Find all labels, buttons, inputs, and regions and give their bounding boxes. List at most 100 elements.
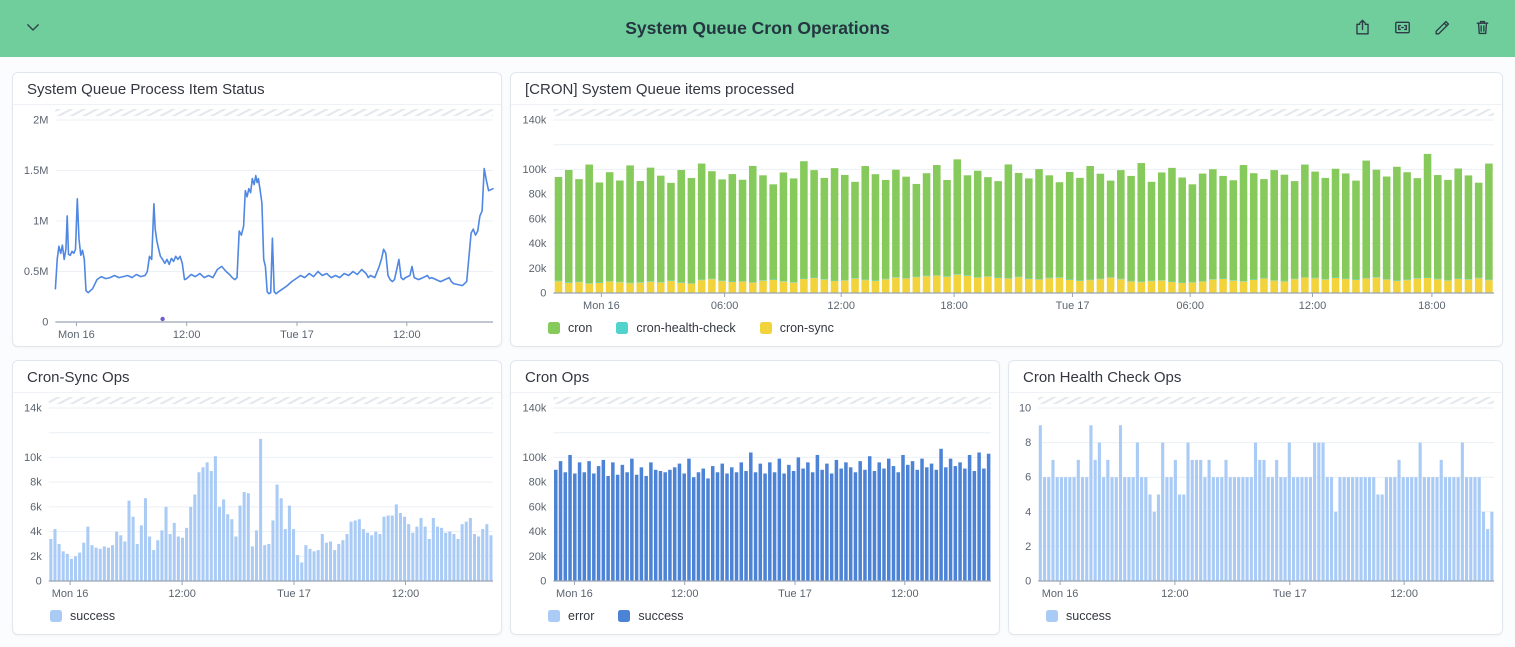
svg-text:100k: 100k [523, 164, 547, 176]
legend-swatch [616, 322, 628, 334]
svg-text:8k: 8k [30, 477, 42, 489]
panel-title: Cron Health Check Ops [1009, 361, 1502, 393]
dashboard-title: System Queue Cron Operations [0, 18, 1515, 39]
chart-legend: success [1009, 605, 1502, 634]
dashboard-row-1: System Queue Process Item Status 2M 1.5M 1… [12, 72, 1503, 347]
legend-item-success[interactable]: success [1046, 609, 1111, 623]
bar-chart-canvas[interactable]: 1086420Mon 1612:00Tue 1712:00 [1009, 393, 1502, 605]
svg-text:0: 0 [42, 317, 48, 329]
svg-text:Tue 17: Tue 17 [778, 588, 812, 600]
line-chart-canvas[interactable]: 2M1.5M1M0.5M0Mon 1612:00Tue 1712:00 [13, 105, 501, 346]
legend-label: cron-sync [780, 321, 834, 335]
stacked-bar-chart-canvas[interactable]: 140k100k80k60k40k20k0Mon 1612:00Tue 1712… [511, 393, 999, 605]
svg-text:Mon 16: Mon 16 [58, 329, 95, 341]
svg-text:12:00: 12:00 [1390, 588, 1418, 600]
legend-item-success[interactable]: success [50, 609, 115, 623]
share-icon [1353, 18, 1372, 40]
svg-text:1.5M: 1.5M [24, 165, 48, 177]
svg-text:2: 2 [1025, 541, 1031, 553]
svg-text:0: 0 [36, 576, 42, 588]
svg-text:140k: 140k [523, 403, 547, 415]
legend-item-error[interactable]: error [548, 609, 594, 623]
chart-svg: 2M1.5M1M0.5M0Mon 1612:00Tue 1712:00 [13, 105, 501, 346]
chart-svg: 1086420Mon 1612:00Tue 1712:00 [1009, 393, 1502, 605]
dashboard-grid: System Queue Process Item Status 2M 1.5M 1… [0, 57, 1515, 647]
legend-label: error [568, 609, 594, 623]
panel-cron-sync-ops: Cron-Sync Ops 14k10k8k6k4k2k0Mon 1612:00… [12, 360, 502, 635]
svg-text:2k: 2k [30, 551, 42, 563]
legend-item-cron-sync[interactable]: cron-sync [760, 321, 834, 335]
svg-text:8: 8 [1025, 437, 1031, 449]
legend-label: success [70, 609, 115, 623]
chevron-down-icon [24, 18, 42, 39]
edit-icon [1433, 18, 1452, 40]
svg-text:2M: 2M [33, 115, 48, 127]
svg-text:12:00: 12:00 [173, 329, 201, 341]
svg-text:0.5M: 0.5M [24, 266, 48, 278]
legend-item-cron[interactable]: cron [548, 321, 592, 335]
collapse-button[interactable] [18, 14, 48, 44]
panel-cron-system-queue-items-processed: [CRON] System Queue items processed 140k… [510, 72, 1503, 347]
legend-label: success [1066, 609, 1111, 623]
svg-text:6k: 6k [30, 501, 42, 513]
panel-cron-health-check-ops: Cron Health Check Ops 1086420Mon 1612:00… [1008, 360, 1503, 635]
svg-text:06:00: 06:00 [711, 300, 739, 312]
svg-text:0: 0 [540, 576, 546, 588]
svg-text:140k: 140k [523, 115, 547, 127]
panel-title: [CRON] System Queue items processed [511, 73, 1502, 105]
svg-text:0: 0 [540, 288, 546, 300]
legend-swatch [1046, 610, 1058, 622]
svg-text:80k: 80k [529, 189, 547, 201]
svg-text:40k: 40k [529, 238, 547, 250]
legend-label: cron [568, 321, 592, 335]
chart-svg: 14k10k8k6k4k2k0Mon 1612:00Tue 1712:00 [13, 393, 501, 605]
legend-swatch [618, 610, 630, 622]
svg-text:80k: 80k [529, 477, 547, 489]
svg-text:Tue 17: Tue 17 [277, 588, 311, 600]
panel-title: Cron Ops [511, 361, 999, 393]
legend-label: cron-health-check [636, 321, 735, 335]
svg-text:10k: 10k [24, 452, 42, 464]
panel-cron-ops: Cron Ops 140k100k80k60k40k20k0Mon 1612:0… [510, 360, 1000, 635]
chart-legend: cron cron-health-check cron-sync [511, 317, 1502, 346]
dashboard-row-2: Cron-Sync Ops 14k 10k 8k 6k 4k 2k 0 Mon 16 12:00… [12, 360, 1503, 635]
svg-text:40k: 40k [529, 526, 547, 538]
svg-text:10: 10 [1019, 403, 1031, 415]
legend-swatch [50, 610, 62, 622]
chart-svg: 140k100k80k60k40k20k0Mon 1606:0012:0018:… [511, 105, 1502, 317]
svg-text:20k: 20k [529, 263, 547, 275]
panel-system-queue-process-item-status: System Queue Process Item Status 2M 1.5M 1… [12, 72, 502, 347]
svg-text:12:00: 12:00 [393, 329, 421, 341]
svg-text:4: 4 [1025, 506, 1031, 518]
share-button[interactable] [1347, 14, 1377, 44]
legend-item-success[interactable]: success [618, 609, 683, 623]
bar-chart-canvas[interactable]: 14k10k8k6k4k2k0Mon 1612:00Tue 1712:00 [13, 393, 501, 605]
legend-label: success [638, 609, 683, 623]
panel-title: System Queue Process Item Status [13, 73, 501, 105]
header-actions [1347, 14, 1497, 44]
legend-swatch [548, 610, 560, 622]
svg-text:Tue 17: Tue 17 [1273, 588, 1307, 600]
svg-text:60k: 60k [529, 213, 547, 225]
svg-text:Mon 16: Mon 16 [1042, 588, 1079, 600]
panel-title: Cron-Sync Ops [13, 361, 501, 393]
svg-text:14k: 14k [24, 403, 42, 415]
chart-legend: error success [511, 605, 999, 634]
copy-button[interactable] [1387, 14, 1417, 44]
stacked-bar-chart-canvas[interactable]: 140k100k80k60k40k20k0Mon 1606:0012:0018:… [511, 105, 1502, 317]
svg-text:20k: 20k [529, 551, 547, 563]
svg-text:18:00: 18:00 [940, 300, 968, 312]
svg-text:12:00: 12:00 [1161, 588, 1189, 600]
edit-button[interactable] [1427, 14, 1457, 44]
svg-text:60k: 60k [529, 501, 547, 513]
delete-button[interactable] [1467, 14, 1497, 44]
legend-swatch [548, 322, 560, 334]
svg-text:100k: 100k [523, 452, 547, 464]
svg-text:06:00: 06:00 [1176, 300, 1204, 312]
legend-item-cron-health-check[interactable]: cron-health-check [616, 321, 735, 335]
svg-text:6: 6 [1025, 472, 1031, 484]
svg-text:4k: 4k [30, 526, 42, 538]
trash-icon [1473, 18, 1492, 40]
svg-text:Mon 16: Mon 16 [556, 588, 593, 600]
svg-text:12:00: 12:00 [827, 300, 855, 312]
